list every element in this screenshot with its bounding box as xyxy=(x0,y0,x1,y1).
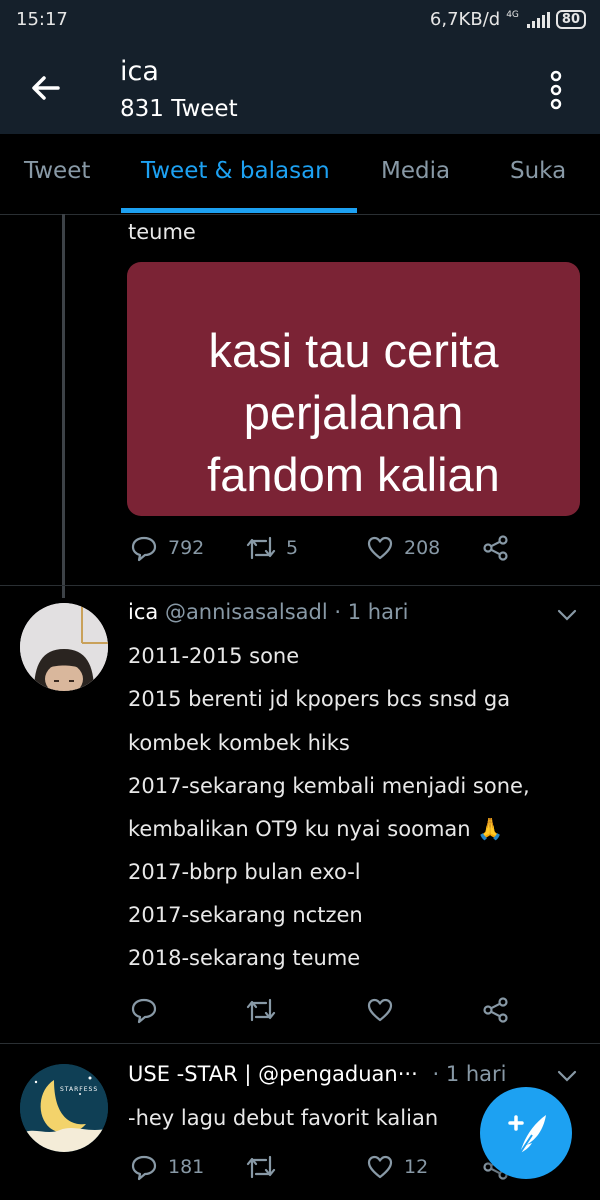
tweet-header: USE -STAR | @pengaduan··· · 1 hari xyxy=(128,1062,507,1086)
tweet-text: -hey lagu debut favorit kalian xyxy=(128,1106,439,1130)
tweet-actions: 792 5 208 xyxy=(128,534,528,564)
divider xyxy=(0,585,600,586)
profile-name: ica xyxy=(120,56,159,87)
tweet-count: 831 Tweet xyxy=(120,96,238,122)
status-bar: 15:17 6,7KB/d 4G 80 xyxy=(0,0,600,40)
divider xyxy=(0,1043,600,1044)
author-handle[interactable]: @annisasalsadl xyxy=(165,600,328,624)
tweet-line: 2017-bbrp bulan exo-l xyxy=(128,860,361,884)
reply-button[interactable]: 181 xyxy=(130,1153,204,1181)
like-button[interactable]: 12 xyxy=(366,1153,428,1181)
tweet-time: 1 hari xyxy=(445,1062,507,1086)
active-tab-indicator xyxy=(121,208,357,213)
reply-count: 181 xyxy=(168,1156,205,1178)
tab-tweet-replies[interactable]: Tweet & balasan xyxy=(141,158,330,184)
avatar-logo xyxy=(20,1064,108,1152)
tab-likes[interactable]: Suka xyxy=(510,158,566,184)
tweet-time: 1 hari xyxy=(347,600,409,624)
avatar[interactable] xyxy=(20,603,108,691)
share-icon[interactable] xyxy=(482,534,510,562)
author-handle[interactable]: @pengaduan··· xyxy=(258,1062,418,1086)
compose-icon xyxy=(508,1115,546,1154)
tweet-actions: 181 12 xyxy=(128,1153,528,1183)
thread-line xyxy=(62,214,65,598)
author-name[interactable]: USE -STAR | xyxy=(128,1062,251,1086)
battery-icon: 80 xyxy=(555,10,586,29)
header-separator: · xyxy=(334,600,342,624)
avatar-label: STARFESS xyxy=(60,1086,99,1093)
tweet-line: 2017-sekarang nctzen xyxy=(128,903,363,927)
like-count: 12 xyxy=(404,1156,429,1178)
more-vertical-icon[interactable] xyxy=(543,70,569,110)
app-bar: ica 831 Tweet xyxy=(0,40,600,134)
avatar-photo xyxy=(20,603,108,691)
chevron-down-icon[interactable] xyxy=(555,1064,579,1088)
status-indicators: 6,7KB/d 4G 80 xyxy=(430,9,586,30)
back-arrow-icon[interactable] xyxy=(26,68,66,108)
retweet-icon[interactable] xyxy=(246,996,276,1024)
tweet-line: kembalikan OT9 ku nyai sooman 🙏 xyxy=(128,817,504,841)
tab-tweet[interactable]: Tweet xyxy=(24,158,90,184)
chevron-down-icon[interactable] xyxy=(555,603,579,627)
tweet-actions xyxy=(128,996,528,1026)
like-icon[interactable] xyxy=(366,996,394,1024)
tab-media[interactable]: Media xyxy=(381,158,450,184)
tweet-image[interactable]: kasi tau cerita perjalanan fandom kalian xyxy=(127,262,580,516)
net-speed: 6,7KB/d xyxy=(429,9,501,30)
tweet-header: ica @annisasalsadl · 1 hari xyxy=(128,600,408,624)
tweet-text: teume xyxy=(128,220,196,244)
image-text: kasi tau cerita perjalanan fandom kalian xyxy=(207,324,500,501)
like-button[interactable]: 208 xyxy=(366,534,440,562)
like-icon xyxy=(367,536,393,560)
profile-tabs: Tweet Tweet & balasan Media Suka xyxy=(0,134,600,215)
reply-count: 792 xyxy=(168,537,205,559)
tweet-line: 2011-2015 sone xyxy=(128,644,300,668)
retweet-icon[interactable] xyxy=(246,1153,276,1181)
retweet-count: 5 xyxy=(286,537,299,559)
header-separator: · xyxy=(432,1062,440,1086)
like-count: 208 xyxy=(404,537,441,559)
reply-icon xyxy=(131,536,157,562)
like-icon xyxy=(367,1155,393,1179)
author-name[interactable]: ica xyxy=(128,600,158,624)
reply-icon xyxy=(131,1155,157,1181)
retweet-button[interactable]: 5 xyxy=(246,534,298,562)
network-type: 4G xyxy=(506,10,519,20)
share-icon[interactable] xyxy=(482,996,510,1024)
avatar[interactable]: STARFESS xyxy=(20,1064,108,1152)
retweet-icon xyxy=(246,536,276,560)
tweet-line: 2018-sekarang teume xyxy=(128,946,361,970)
status-time: 15:17 xyxy=(16,9,68,30)
tweet-line: 2017-sekarang kembali menjadi sone, xyxy=(128,774,530,798)
tweet-line: 2015 berenti jd kpopers bcs snsd ga xyxy=(128,687,511,711)
tweet-line: kombek kombek hiks xyxy=(128,731,350,755)
signal-icon xyxy=(526,11,550,28)
reply-button[interactable]: 792 xyxy=(130,534,204,562)
reply-icon[interactable] xyxy=(130,996,158,1024)
compose-tweet-button[interactable] xyxy=(480,1087,572,1179)
